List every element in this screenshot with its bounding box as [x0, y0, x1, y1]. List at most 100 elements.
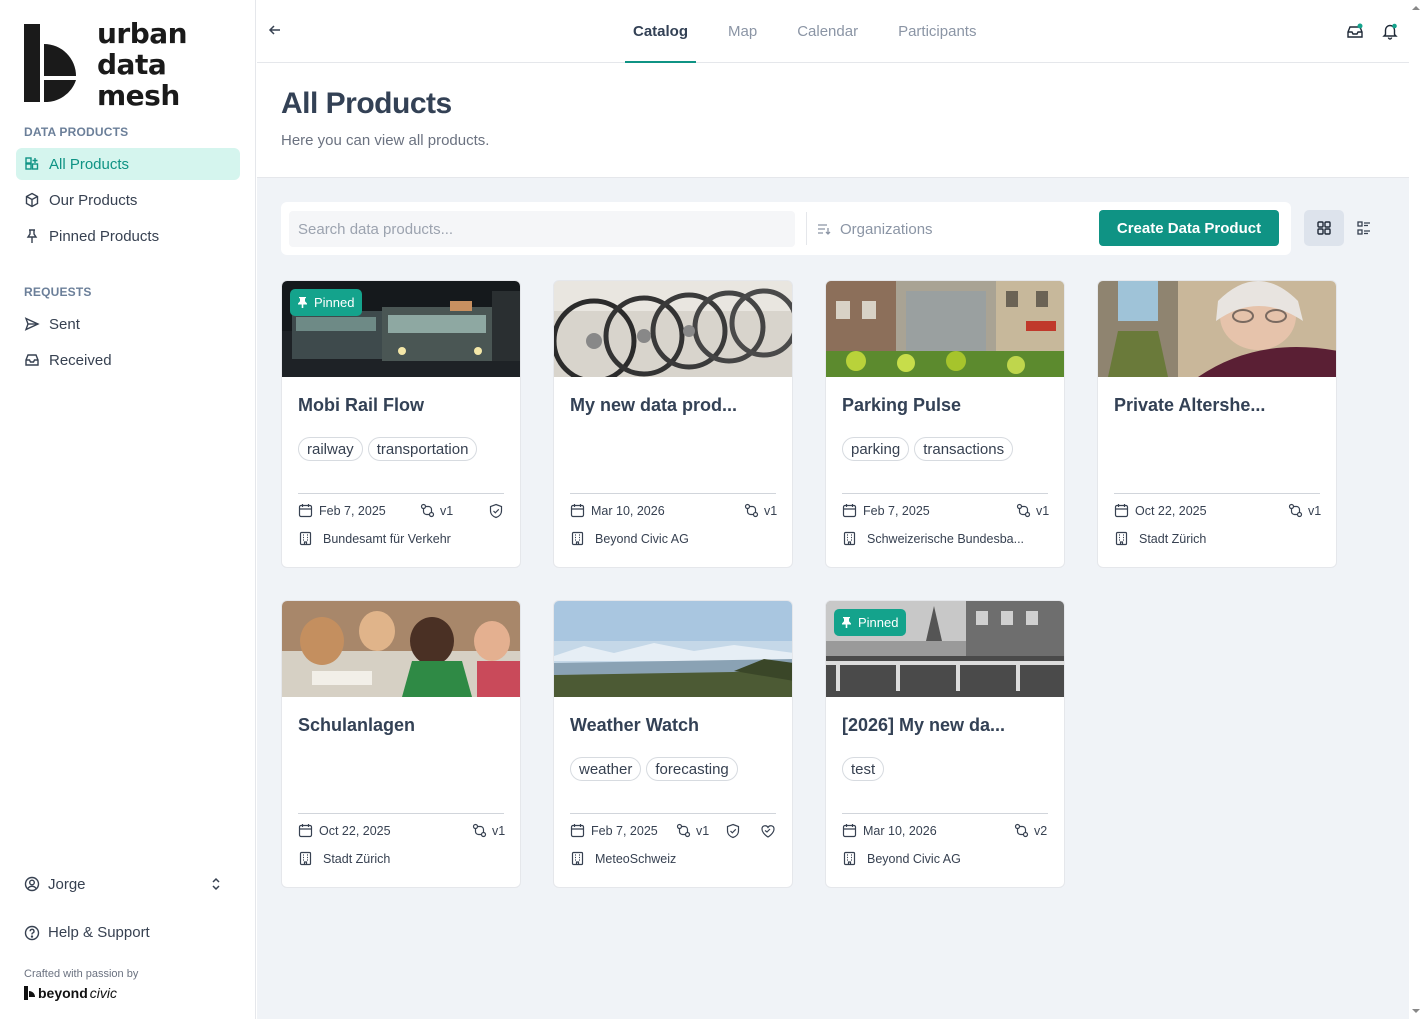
product-card-2026-my-new-data[interactable]: Pinned [2026] My new da... test Mar 10, …: [825, 600, 1065, 888]
building-icon: [299, 531, 312, 546]
tag[interactable]: parking: [842, 437, 910, 461]
card-tags: weather forecasting: [570, 757, 743, 781]
help-support-link[interactable]: Help & Support: [24, 924, 150, 941]
tab-calendar[interactable]: Calendar: [789, 0, 866, 62]
grid-view-icon: [1317, 221, 1331, 235]
version-text: v2: [1034, 823, 1048, 838]
building-icon: [571, 531, 584, 546]
tag[interactable]: weather: [570, 757, 642, 781]
card-organization: MeteoSchweiz: [570, 851, 780, 866]
card-tags: railway transportation: [298, 437, 482, 461]
brand-beyond: beyond: [38, 985, 88, 1001]
card-tags: test: [842, 757, 889, 781]
product-card-private-altersheim[interactable]: Private Altershe... Oct 22, 2025 v1 Stad…: [1097, 280, 1337, 568]
help-support-label: Help & Support: [48, 924, 150, 941]
product-card-schulanlagen[interactable]: Schulanlagen Oct 22, 2025 v1 Stadt Züric…: [281, 600, 521, 888]
tag[interactable]: forecasting: [646, 757, 738, 781]
scrollbar[interactable]: [1409, 0, 1424, 1019]
card-organization: Stadt Zürich: [1114, 531, 1324, 546]
git-compare-icon: [676, 823, 691, 838]
card-divider: [298, 813, 504, 814]
tag[interactable]: test: [842, 757, 885, 781]
grid-view-toggle[interactable]: [1304, 210, 1344, 246]
sidebar-item-pinned-products[interactable]: Pinned Products: [16, 220, 240, 252]
tab-map[interactable]: Map: [720, 0, 765, 62]
main-tabs: Catalog Map Calendar Participants: [625, 0, 1008, 63]
card-meta: Feb 7, 2025 v1: [842, 503, 1049, 521]
logo-wordmark: urban data mesh: [97, 18, 188, 112]
brand-civic: civic: [89, 985, 118, 1001]
logo-line-3: mesh: [97, 79, 180, 112]
org-text: Stadt Zürich: [323, 851, 391, 866]
card-organization: Schweizerische Bundesba...: [842, 531, 1052, 546]
calendar-icon: [842, 504, 857, 518]
git-compare-icon: [420, 503, 435, 518]
help-circle-icon: [24, 925, 40, 940]
card-divider: [570, 493, 776, 494]
sidebar-item-label: Sent: [49, 315, 80, 333]
organizations-filter[interactable]: Organizations: [816, 211, 1056, 247]
product-card-mobi-rail-flow[interactable]: Pinned Mobi Rail Flow railway transporta…: [281, 280, 521, 568]
page-subtitle: Here you can view all products.: [281, 132, 490, 149]
git-compare-icon: [744, 503, 759, 518]
calendar-icon: [298, 824, 313, 838]
building-icon: [299, 851, 312, 866]
date-text: Feb 7, 2025: [863, 503, 930, 518]
card-title: Private Altershe...: [1114, 395, 1266, 415]
card-meta: Mar 10, 2026 v2: [842, 823, 1048, 841]
tab-participants[interactable]: Participants: [890, 0, 984, 62]
scroll-down-arrow-icon[interactable]: [1412, 1007, 1420, 1015]
org-text: Stadt Zürich: [1139, 531, 1207, 546]
calendar-icon: [570, 504, 585, 518]
beyond-civic-mark-icon: [24, 986, 35, 1000]
product-card-weather-watch[interactable]: Weather Watch weather forecasting Feb 7,…: [553, 600, 793, 888]
pinned-badge: Pinned: [834, 609, 907, 636]
list-view-toggle[interactable]: [1344, 210, 1384, 246]
shield-check-icon: [489, 503, 503, 519]
card-title: Parking Pulse: [842, 395, 962, 415]
card-meta: Feb 7, 2025 v1: [298, 503, 504, 521]
tag[interactable]: railway: [298, 437, 363, 461]
beyond-civic-logo[interactable]: beyond civic: [24, 985, 117, 1001]
back-arrow-icon[interactable]: [267, 22, 283, 38]
catalog-toolbar: Organizations Create Data Product: [281, 202, 1291, 255]
sidebar-item-label: All Products: [49, 155, 130, 173]
sidebar-item-label: Our Products: [49, 191, 138, 209]
create-data-product-button[interactable]: Create Data Product: [1099, 210, 1279, 246]
grid-plus-icon: [25, 157, 39, 170]
product-card-my-new-data-product[interactable]: My new data prod... Mar 10, 2026 v1 Beyo…: [553, 280, 793, 568]
urban-data-mesh-logo[interactable]: urban data mesh: [24, 18, 188, 112]
card-divider: [842, 813, 1048, 814]
sidebar-item-our-products[interactable]: Our Products: [16, 184, 240, 216]
user-menu[interactable]: Jorge: [24, 872, 232, 896]
scroll-up-arrow-icon[interactable]: [1412, 4, 1420, 12]
card-date: Mar 10, 2026: [570, 503, 665, 518]
sidebar-item-received[interactable]: Received: [16, 344, 240, 376]
card-version: v2: [1014, 823, 1047, 838]
data-products-section-label: DATA PRODUCTS: [24, 125, 129, 139]
sidebar-item-label: Pinned Products: [49, 227, 160, 245]
version-text: v1: [696, 823, 710, 838]
card-organization: Beyond Civic AG: [570, 531, 780, 546]
tag[interactable]: transportation: [367, 437, 478, 461]
organizations-filter-label: Organizations: [840, 220, 933, 238]
sidebar-item-sent[interactable]: Sent: [16, 308, 240, 340]
date-text: Feb 7, 2025: [591, 823, 658, 838]
pin-icon: [298, 297, 307, 308]
card-version: v1: [744, 503, 777, 518]
inbox-notification-icon[interactable]: [1346, 22, 1364, 40]
sidebar-item-all-products[interactable]: All Products: [16, 148, 240, 180]
tag[interactable]: transactions: [914, 437, 1014, 461]
search-input[interactable]: [289, 211, 795, 247]
card-meta: Mar 10, 2026 v1: [570, 503, 777, 521]
tab-catalog[interactable]: Catalog: [625, 0, 697, 63]
card-date: Mar 10, 2026: [842, 823, 937, 838]
shield-check-icon: [726, 823, 740, 839]
requests-section-label: REQUESTS: [24, 285, 92, 299]
git-compare-icon: [472, 823, 487, 838]
sidebar: urban data mesh DATA PRODUCTS All Produc…: [0, 0, 256, 1019]
product-card-parking-pulse[interactable]: Parking Pulse parking transactions Feb 7…: [825, 280, 1065, 568]
bell-icon[interactable]: [1381, 22, 1399, 40]
org-text: Schweizerische Bundesba...: [867, 531, 1025, 546]
date-text: Mar 10, 2026: [863, 823, 937, 838]
